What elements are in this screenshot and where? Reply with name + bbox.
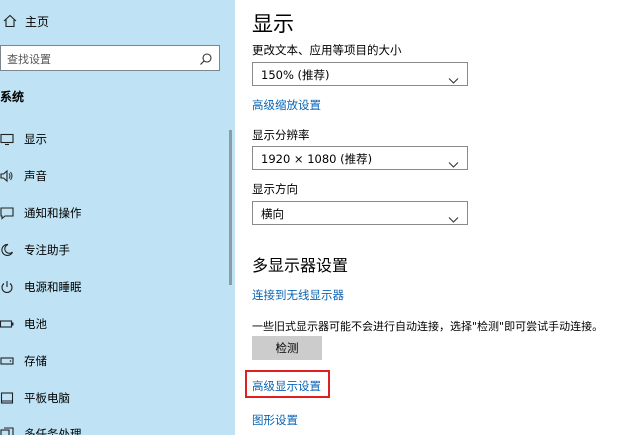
sidebar-item-label: 电池 bbox=[24, 317, 47, 331]
sidebar-item-display[interactable]: 显示 bbox=[0, 130, 47, 148]
chevron-down-icon bbox=[448, 70, 459, 84]
sidebar-item-label: 存储 bbox=[24, 354, 47, 368]
page-title: 显示 bbox=[252, 12, 294, 36]
sidebar-item-label: 通知和操作 bbox=[24, 206, 82, 220]
advanced-scaling-link[interactable]: 高级缩放设置 bbox=[252, 97, 321, 113]
sidebar: 主页 查找设置 系统 显示 声音 通知和操作 专注助手 电源和睡眠 电池 存储 … bbox=[0, 0, 235, 435]
sidebar-item-label: 专注助手 bbox=[24, 243, 70, 257]
battery-icon bbox=[0, 317, 14, 331]
power-icon bbox=[0, 280, 14, 294]
multi-display-heading: 多显示器设置 bbox=[252, 256, 349, 275]
sidebar-item-storage[interactable]: 存储 bbox=[0, 352, 47, 370]
monitor-icon bbox=[0, 132, 14, 146]
tablet-icon bbox=[0, 391, 14, 405]
orientation-dropdown[interactable]: 横向 bbox=[252, 201, 468, 225]
home-label: 主页 bbox=[25, 14, 50, 29]
scale-label: 更改文本、应用等项目的大小 bbox=[252, 43, 402, 57]
sidebar-item-label: 电源和睡眠 bbox=[24, 280, 82, 294]
orientation-value: 横向 bbox=[261, 207, 284, 221]
notification-icon bbox=[0, 206, 14, 220]
main-content: 显示 更改文本、应用等项目的大小 150% (推荐) 高级缩放设置 显示分辨率 … bbox=[235, 0, 620, 435]
sidebar-section-title: 系统 bbox=[0, 90, 25, 104]
sidebar-scrollbar[interactable] bbox=[229, 130, 232, 285]
moon-icon bbox=[0, 243, 14, 257]
multitask-icon bbox=[0, 427, 14, 435]
storage-icon bbox=[0, 354, 14, 368]
sidebar-item-multitasking[interactable]: 多任务处理 bbox=[0, 425, 82, 435]
search-box[interactable]: 查找设置 bbox=[0, 45, 220, 71]
scale-value: 150% (推荐) bbox=[261, 68, 330, 82]
sidebar-item-label: 多任务处理 bbox=[24, 427, 82, 435]
search-icon[interactable] bbox=[199, 51, 213, 65]
sidebar-home[interactable]: 主页 bbox=[2, 13, 49, 29]
home-icon bbox=[2, 13, 18, 29]
sidebar-item-tablet[interactable]: 平板电脑 bbox=[0, 389, 70, 407]
chevron-down-icon bbox=[448, 209, 459, 223]
resolution-label: 显示分辨率 bbox=[252, 128, 310, 142]
detect-description: 一些旧式显示器可能不会进行自动连接，选择"检测"即可尝试手动连接。 bbox=[252, 320, 604, 333]
resolution-value: 1920 × 1080 (推荐) bbox=[261, 152, 373, 166]
sidebar-item-label: 声音 bbox=[24, 169, 47, 183]
wireless-display-link[interactable]: 连接到无线显示器 bbox=[252, 287, 344, 303]
sidebar-item-focus-assist[interactable]: 专注助手 bbox=[0, 241, 70, 259]
advanced-display-link[interactable]: 高级显示设置 bbox=[252, 378, 321, 394]
sidebar-item-battery[interactable]: 电池 bbox=[0, 315, 47, 333]
search-input[interactable]: 查找设置 bbox=[7, 51, 51, 67]
scale-dropdown[interactable]: 150% (推荐) bbox=[252, 62, 468, 86]
sidebar-item-sound[interactable]: 声音 bbox=[0, 167, 47, 185]
sidebar-item-power-sleep[interactable]: 电源和睡眠 bbox=[0, 278, 82, 296]
speaker-icon bbox=[0, 169, 14, 183]
sidebar-item-label: 平板电脑 bbox=[24, 391, 70, 405]
orientation-label: 显示方向 bbox=[252, 182, 298, 196]
resolution-dropdown[interactable]: 1920 × 1080 (推荐) bbox=[252, 146, 468, 170]
detect-button[interactable]: 检测 bbox=[252, 336, 322, 360]
chevron-down-icon bbox=[448, 154, 459, 168]
sidebar-item-label: 显示 bbox=[24, 132, 47, 146]
graphics-settings-link[interactable]: 图形设置 bbox=[252, 412, 298, 428]
sidebar-item-notifications[interactable]: 通知和操作 bbox=[0, 204, 82, 222]
